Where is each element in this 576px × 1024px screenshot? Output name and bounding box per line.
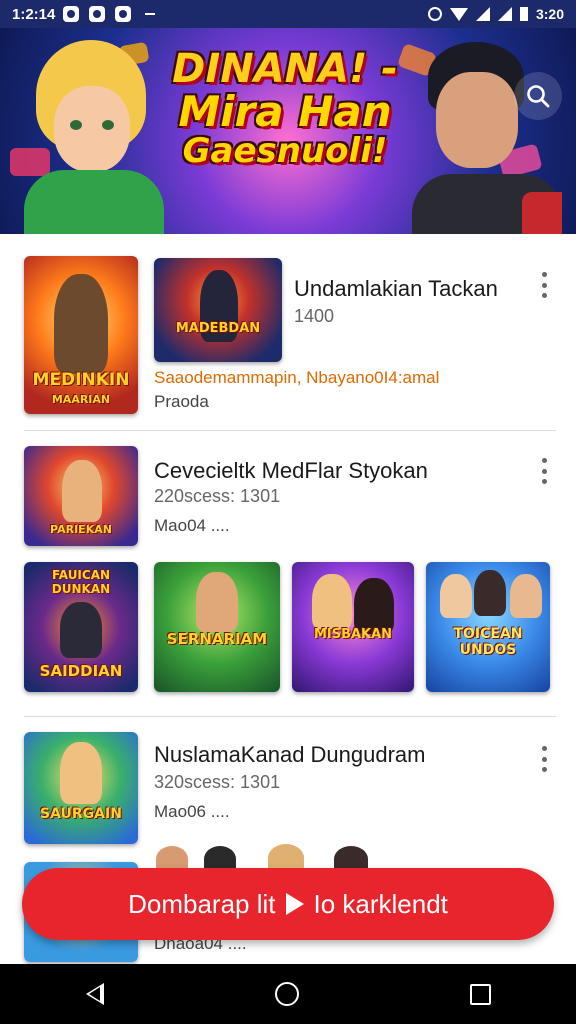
game-thumbnail[interactable]: MADEBDAN [154,258,282,362]
banner-character-right [412,42,562,234]
divider [24,716,556,717]
thumbnail-caption: MADEBDAN [175,321,261,336]
game-thumbnail[interactable]: SAURGAIN [24,732,138,844]
game-thumbnail[interactable]: MISBAKAN [292,562,414,692]
thumbnail-caption: SAURGAIN [40,806,122,822]
system-nav-bar [0,964,576,1024]
game-thumbnail[interactable]: FAUICAN DUNKAN SAIDDIAN [24,562,138,692]
thumbnail-caption: SERNARIAM [166,630,268,648]
notification-icon [89,6,106,22]
item-title: Cevecieltk MedFlar Styokan [154,458,428,483]
play-cta-button[interactable]: Dombarap lit Io karklendt [22,868,554,940]
banner-title-line-2: Mira Han [178,87,392,136]
cta-label-left: Dombarap lit [128,888,276,919]
play-icon [285,893,304,915]
thumbnail-caption: MISBAKAN [313,627,393,642]
item-meta: 220scess: 1301 [154,486,281,506]
banner-character-left [18,40,168,234]
item-subtitle: Mao04 .... [154,516,230,535]
search-button[interactable] [514,72,562,120]
banner-title-line-3: Gaesnuoli! [182,131,388,172]
item-meta: 320scess: 1301 [154,772,281,792]
search-icon [527,85,550,108]
more-vert-icon[interactable] [534,746,554,772]
status-icons: 3:20 [427,6,564,22]
signal-icon [497,7,512,21]
game-thumbnail[interactable]: PARIEKAN [24,446,138,546]
thumbnail-caption: MEDINKIN [32,370,130,390]
item-title: NuslamaKanad Dungudram [154,742,426,767]
thumbnail-top-caption: FAUICAN DUNKAN [51,568,111,596]
status-time: 1:2:14 [12,5,56,23]
banner-title: DINANA! - Mira Han Gaesnuoli! [150,48,420,170]
item-subtitle: Praoda [154,392,209,411]
signal-icon [475,7,490,21]
hero-banner[interactable]: DINANA! - Mira Han Gaesnuoli! [0,28,576,234]
thumbnail-caption: TOICEAN UNDOS [453,626,523,658]
notification-dash-icon [145,13,156,15]
thumbnail-caption: PARIEKAN [50,523,112,536]
notification-icon [115,6,132,22]
more-vert-icon[interactable] [534,458,554,484]
item-meta: 1400 [294,306,335,326]
cta-label-right: Io karklendt [313,888,448,919]
status-bar: 1:2:14 3:20 [0,0,576,28]
more-vert-icon[interactable] [534,272,554,298]
notification-icon [63,6,80,22]
item-title: Undamlakian Tackan [294,276,498,301]
game-thumbnail[interactable]: TOICEAN UNDOS [426,562,550,692]
wifi-icon [449,7,468,21]
battery-text: 3:20 [535,6,564,22]
banner-title-line-1: DINANA! - [172,46,398,92]
thumbnail-subcaption: MAARIAN [51,393,111,406]
thumbnail-caption: SAIDDIAN [39,662,123,680]
recents-icon[interactable] [469,983,491,1005]
home-icon[interactable] [274,982,299,1006]
divider [24,430,556,431]
item-subtitle: Mao06 .... [154,802,230,821]
battery-icon [519,7,528,21]
item-subtitle-highlight: Saaodemammapin, Nbayano0I4:amal [154,368,440,387]
back-icon[interactable] [85,983,104,1005]
alarm-icon [427,7,442,21]
game-thumbnail[interactable]: MEDINKIN MAARIAN [24,256,138,414]
game-thumbnail[interactable]: SERNARIAM [154,562,280,692]
